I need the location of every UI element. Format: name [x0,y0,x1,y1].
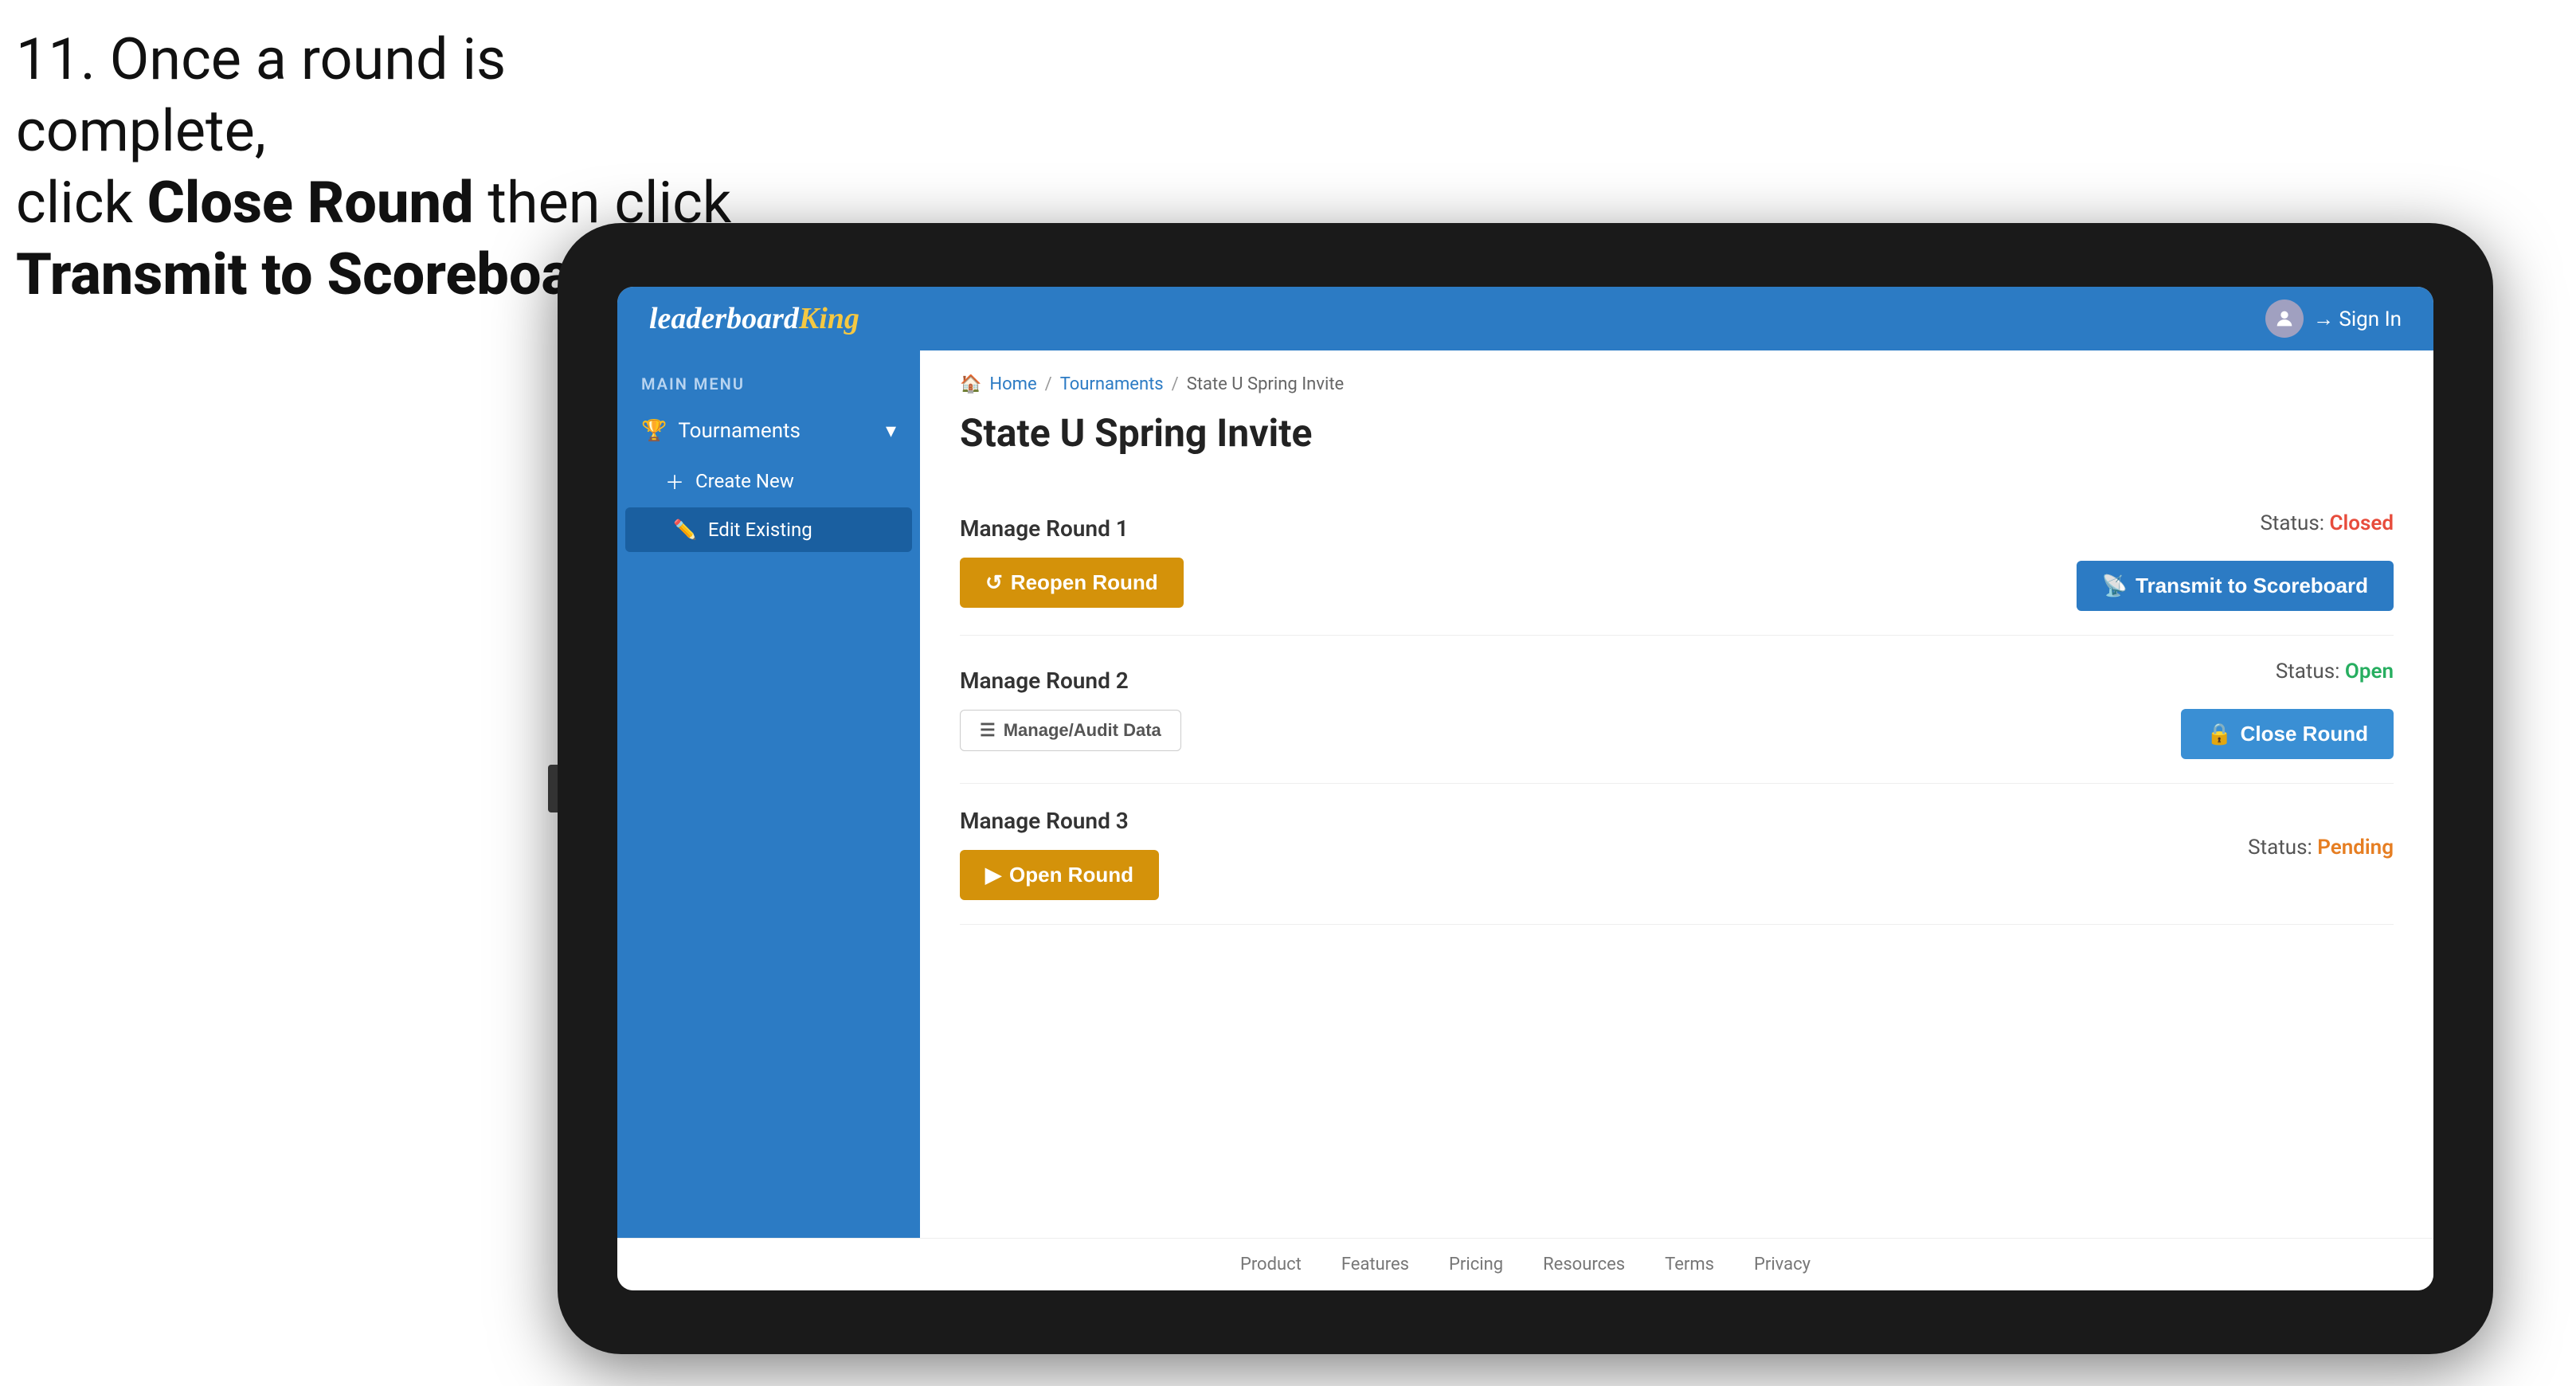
sidebar: MAIN MENU 🏆 Tournaments ▾ ＋ Create New ✏… [617,350,920,1238]
round1-status: Status: Closed [2260,511,2394,535]
round2-label: Manage Round 2 [960,668,1181,694]
top-bar: leaderboardKing → Sign In [617,287,2433,350]
round1-status-value: Closed [2330,511,2394,535]
round2-left: Manage Round 2 ☰ Manage/Audit Data [960,668,1181,751]
breadcrumb-tournaments[interactable]: Tournaments [1060,374,1164,394]
round3-status: Status: Pending [2248,836,2394,859]
round3-left: Manage Round 3 ▶ Open Round [960,808,1159,900]
round2-status-value: Open [2345,660,2394,683]
open-round-button[interactable]: ▶ Open Round [960,850,1159,900]
sign-in-label[interactable]: → Sign In [2313,307,2402,331]
sidebar-item-tournaments[interactable]: 🏆 Tournaments ▾ [617,406,920,456]
logo-area: leaderboardKing [649,301,859,336]
logo-king: King [799,302,859,335]
create-new-label: Create New [695,470,794,492]
round3-status-prefix: Status: [2248,836,2317,859]
breadcrumb: 🏠 Home / Tournaments / State U Spring In… [960,374,2394,394]
plus-icon: ＋ [665,467,684,495]
transmit-icon: 📡 [2102,574,2128,598]
edit-icon: ✏️ [673,519,697,541]
round1-section: Manage Round 1 ↺ Reopen Round Status: Cl… [960,487,2394,636]
tablet-screen: leaderboardKing → Sign In MAIN MENU [617,287,2433,1290]
round1-status-prefix: Status: [2260,511,2329,535]
breadcrumb-home[interactable]: Home [989,374,1036,394]
sidebar-item-create-new[interactable]: ＋ Create New [617,456,920,506]
page-content: 🏠 Home / Tournaments / State U Spring In… [920,350,2433,1238]
manage-audit-label: Manage/Audit Data [1004,720,1161,741]
instruction-line1: 11. Once a round is complete, [16,24,733,167]
transmit-label: Transmit to Scoreboard [2136,574,2368,598]
instruction-line2-prefix: click [16,169,147,237]
footer-link-pricing[interactable]: Pricing [1449,1255,1503,1274]
footer-link-product[interactable]: Product [1240,1255,1302,1274]
logo: leaderboardKing [649,301,859,336]
reopen-round-button[interactable]: ↺ Reopen Round [960,558,1184,608]
close-icon: 🔒 [2206,722,2232,746]
main-menu-label: MAIN MENU [617,366,920,406]
close-round-label: Close Round [2241,722,2368,746]
reopen-icon: ↺ [985,570,1003,595]
round3-label: Manage Round 3 [960,808,1159,834]
breadcrumb-current: State U Spring Invite [1187,374,1344,394]
avatar-icon [2265,300,2304,338]
round3-right: Status: Pending [2248,836,2394,872]
chevron-down-icon: ▾ [886,419,896,443]
manage-icon: ☰ [980,720,996,741]
round2-status: Status: Open [2276,660,2394,683]
breadcrumb-sep2: / [1172,374,1179,394]
trophy-icon: 🏆 [641,419,667,443]
tablet-side-button [548,765,558,812]
breadcrumb-sep1: / [1045,374,1052,394]
footer: Product Features Pricing Resources Terms… [617,1238,2433,1290]
sidebar-item-edit-existing[interactable]: ✏️ Edit Existing [625,507,912,552]
round1-left: Manage Round 1 ↺ Reopen Round [960,515,1184,608]
round3-status-value: Pending [2317,836,2394,859]
open-icon: ▶ [985,863,1001,887]
instruction-close-round-bold: Close Round [147,169,474,237]
breadcrumb-home-icon: 🏠 [960,374,981,394]
footer-link-terms[interactable]: Terms [1665,1255,1714,1274]
transmit-to-scoreboard-button[interactable]: 📡 Transmit to Scoreboard [2077,561,2394,611]
round2-section: Manage Round 2 ☰ Manage/Audit Data Statu… [960,636,2394,784]
footer-link-resources[interactable]: Resources [1543,1255,1625,1274]
instruction-transmit-bold: Transmit to Scoreboard. [16,241,642,308]
tablet-shell: leaderboardKing → Sign In MAIN MENU [558,223,2493,1354]
open-round-label: Open Round [1009,863,1133,887]
close-round-button[interactable]: 🔒 Close Round [2181,709,2394,759]
manage-audit-data-button[interactable]: ☰ Manage/Audit Data [960,710,1181,751]
page-title: State U Spring Invite [960,410,2394,456]
round1-right: Status: Closed 📡 Transmit to Scoreboard [2077,511,2394,611]
round3-section: Manage Round 3 ▶ Open Round Status: Pend… [960,784,2394,925]
footer-link-privacy[interactable]: Privacy [1754,1255,1811,1274]
round1-label: Manage Round 1 [960,515,1184,542]
round2-right: Status: Open 🔒 Close Round [2181,660,2394,759]
main-content: MAIN MENU 🏆 Tournaments ▾ ＋ Create New ✏… [617,350,2433,1238]
round2-status-prefix: Status: [2276,660,2345,683]
footer-link-features[interactable]: Features [1341,1255,1409,1274]
reopen-round-label: Reopen Round [1011,570,1158,595]
sign-in-area[interactable]: → Sign In [2265,300,2402,338]
edit-existing-label: Edit Existing [708,519,812,541]
tournaments-label: Tournaments [678,419,801,443]
